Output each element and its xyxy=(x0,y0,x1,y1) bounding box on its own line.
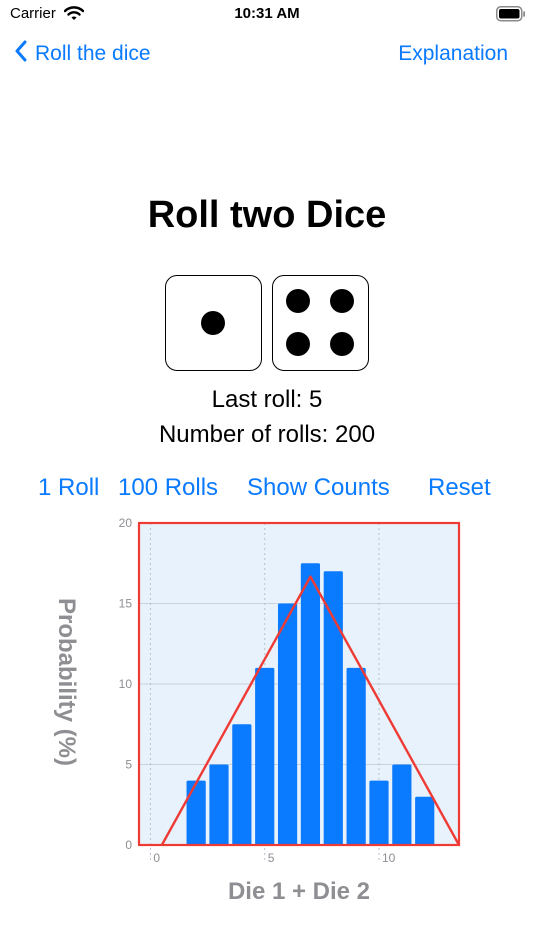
probability-chart-plot: 0 5 10 15 20 0 5 10 xyxy=(119,516,461,865)
hundred-rolls-button[interactable]: 100 Rolls xyxy=(118,474,218,502)
histogram-bar xyxy=(392,764,412,845)
histogram-bar xyxy=(369,780,389,845)
histogram-bar xyxy=(346,667,366,845)
histogram-bar xyxy=(186,780,206,845)
back-button-label: Roll the dice xyxy=(35,42,151,65)
die-2 xyxy=(272,275,369,371)
die-pip xyxy=(201,310,225,335)
x-tick-label: 5 xyxy=(268,851,275,865)
roll-count-label: Number of rolls: 200 xyxy=(158,421,376,448)
y-tick-label: 15 xyxy=(119,597,133,611)
page-title: Roll two Dice xyxy=(147,194,387,236)
histogram-bar xyxy=(323,571,343,845)
die-1 xyxy=(165,275,262,371)
last-roll-label: Last roll: 5 xyxy=(211,386,323,413)
die-pip xyxy=(329,331,354,356)
navigation-bar: Roll the dice Explanation xyxy=(0,36,534,76)
x-axis-title: Die 1 + Die 2 xyxy=(227,878,371,905)
action-bar: 1 Roll 100 Rolls Show Counts Reset xyxy=(0,474,534,506)
show-counts-button[interactable]: Show Counts xyxy=(247,474,390,502)
histogram-bar xyxy=(232,724,252,845)
battery-icon xyxy=(496,6,526,27)
y-tick-label: 0 xyxy=(125,838,132,852)
x-tick-label: 10 xyxy=(382,851,396,865)
back-button[interactable]: Roll the dice xyxy=(14,40,151,68)
explanation-button[interactable]: Explanation xyxy=(398,42,508,66)
y-tick-label: 20 xyxy=(119,516,133,530)
histogram-bar xyxy=(209,764,229,845)
histogram-bar xyxy=(277,603,298,845)
y-tick-label: 10 xyxy=(119,677,133,691)
status-bar: Carrier 10:31 AM xyxy=(0,0,534,30)
x-tick-label: 0 xyxy=(153,851,160,865)
histogram-bar xyxy=(300,563,321,845)
histogram-bar xyxy=(255,667,275,845)
one-roll-button[interactable]: 1 Roll xyxy=(38,474,99,502)
die-pip xyxy=(286,289,311,314)
histogram-bar xyxy=(415,796,435,845)
die-pip xyxy=(286,331,311,356)
chevron-left-icon xyxy=(14,40,27,68)
reset-button[interactable]: Reset xyxy=(428,474,491,502)
probability-chart: 0 5 10 15 20 0 5 10 xyxy=(0,510,534,930)
die-pip xyxy=(329,289,354,314)
y-axis-title-text: Probability (%) xyxy=(53,597,80,767)
status-time: 10:31 AM xyxy=(234,5,300,22)
y-tick-label: 5 xyxy=(125,758,132,772)
